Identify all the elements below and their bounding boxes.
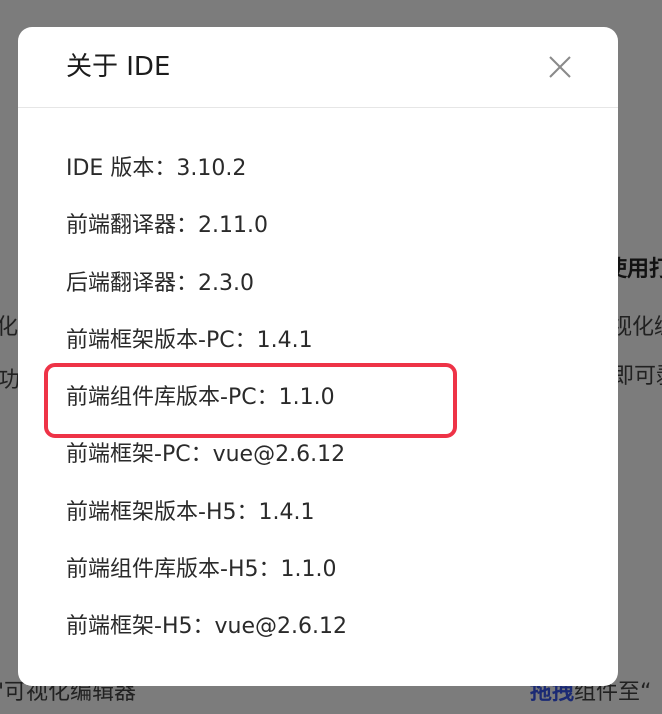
info-row-framework-version-h5: 前端框架版本-H5：1.4.1 xyxy=(66,498,347,555)
info-value: 2.3.0 xyxy=(198,270,255,296)
info-label: 前端翻译器 xyxy=(66,213,177,239)
close-button[interactable] xyxy=(546,53,574,81)
about-ide-dialog: 关于 IDE IDE 版本：3.10.2 前端翻译器：2.11.0 后端翻译器：… xyxy=(18,27,618,686)
info-label: 前端框架-H5 xyxy=(66,614,193,639)
info-label: 后端翻译器 xyxy=(66,270,177,296)
info-row-framework-pc: 前端框架-PC：vue@2.6.12 xyxy=(66,440,347,497)
info-value: 3.10.2 xyxy=(176,156,247,181)
info-separator: ： xyxy=(192,614,215,639)
info-value: 2.11.0 xyxy=(198,213,269,239)
close-icon xyxy=(549,56,571,78)
info-value: 1.4.1 xyxy=(258,499,315,525)
info-row-frontend-translator: 前端翻译器：2.11.0 xyxy=(66,211,347,268)
info-separator: ： xyxy=(236,499,259,525)
info-separator: ： xyxy=(234,327,257,353)
info-row-ide-version: IDE 版本：3.10.2 xyxy=(66,154,347,211)
dialog-header: 关于 IDE xyxy=(18,27,618,108)
info-value: 1.4.1 xyxy=(256,327,313,353)
info-label: 前端框架版本-H5 xyxy=(66,499,237,525)
info-label: 前端组件库版本-H5 xyxy=(66,556,259,582)
info-row-component-library-version-h5: 前端组件库版本-H5：1.1.0 xyxy=(66,555,347,612)
highlight-annotation-box xyxy=(44,363,457,438)
info-separator: ： xyxy=(258,556,281,582)
info-value: 1.1.0 xyxy=(280,556,337,582)
info-separator: ： xyxy=(176,213,199,239)
info-label: 前端框架-PC xyxy=(66,442,191,468)
info-row-framework-h5: 前端框架-H5：vue@2.6.12 xyxy=(66,612,347,669)
dialog-title: 关于 IDE xyxy=(66,52,171,82)
info-value: vue@2.6.12 xyxy=(212,442,346,468)
info-separator: ： xyxy=(154,156,177,181)
info-separator: ： xyxy=(190,442,213,468)
info-value: vue@2.6.12 xyxy=(214,614,347,639)
info-label: 前端框架版本-PC xyxy=(66,327,235,353)
info-row-backend-translator: 后端翻译器：2.3.0 xyxy=(66,269,347,326)
info-label: IDE 版本 xyxy=(66,156,155,181)
info-separator: ： xyxy=(176,270,199,296)
